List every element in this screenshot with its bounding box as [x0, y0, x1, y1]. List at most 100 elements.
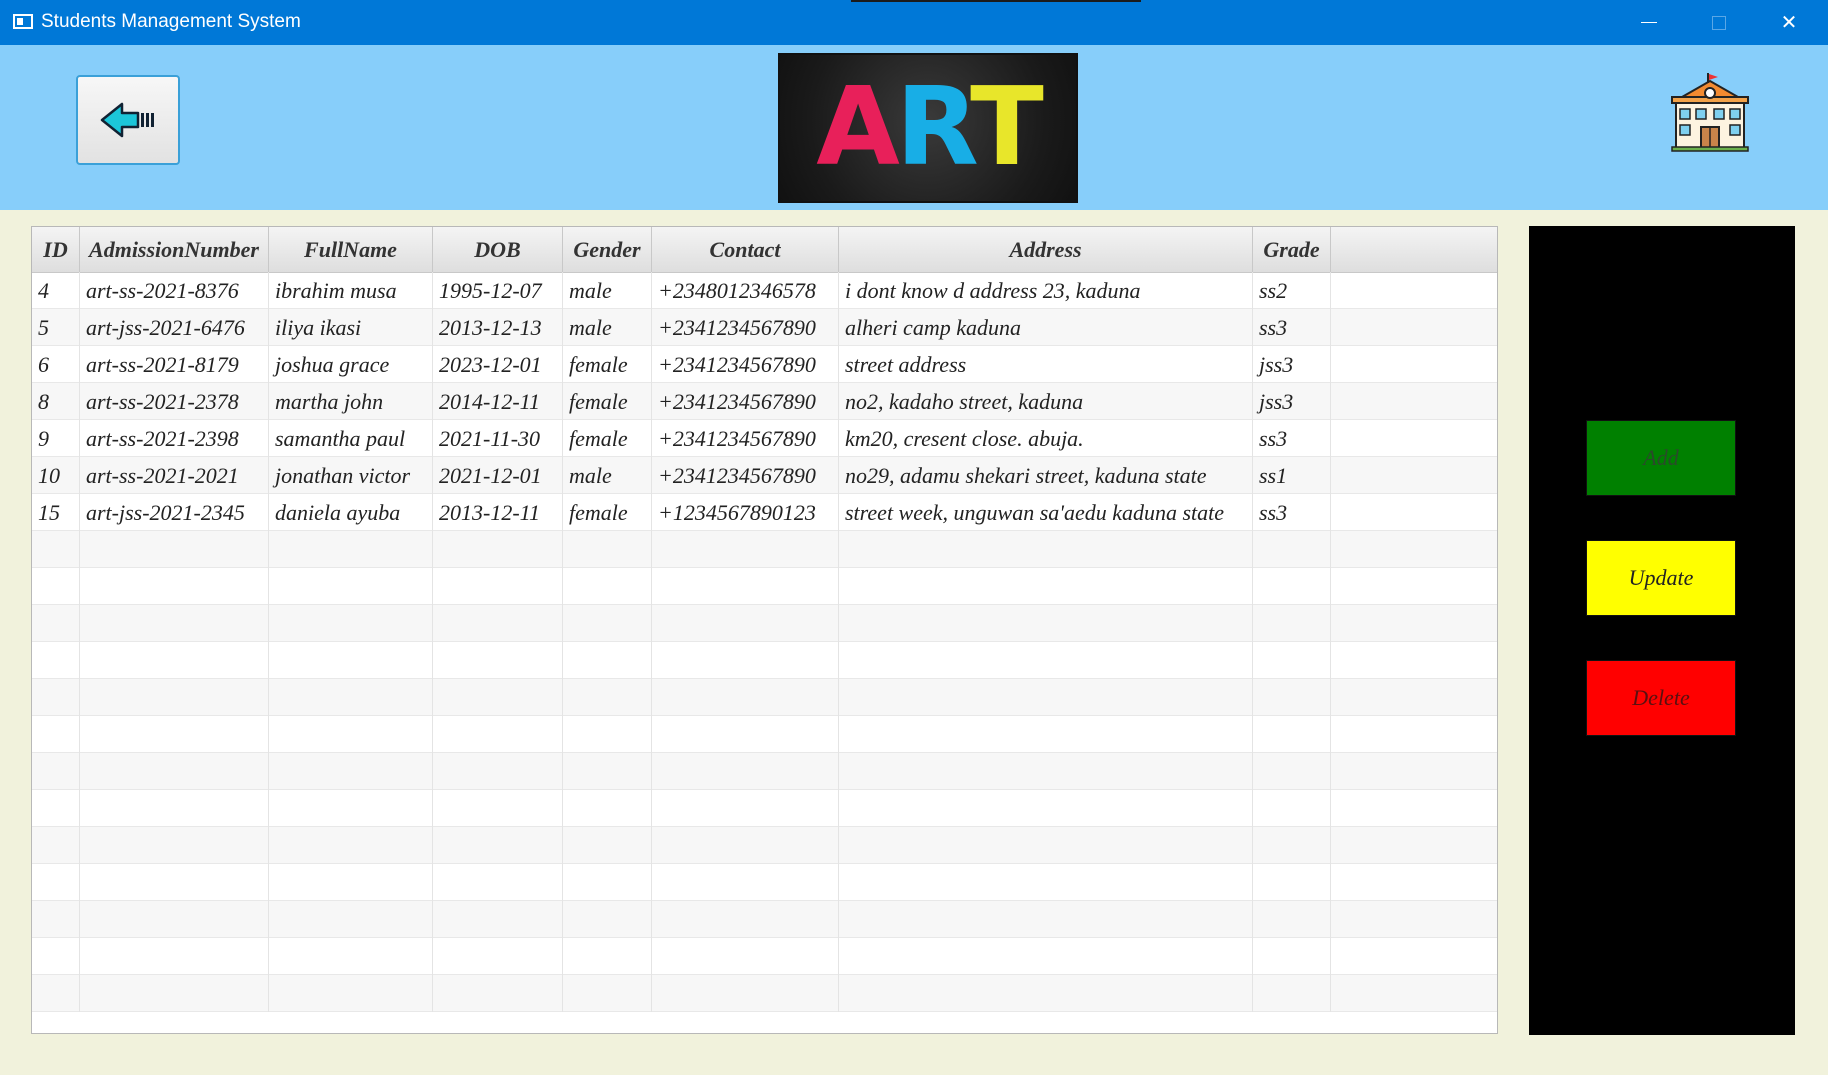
- cell-id: [32, 716, 80, 753]
- cell-gender: [563, 864, 652, 901]
- cell-filler: [1331, 938, 1497, 975]
- cell-filler: [1331, 346, 1497, 383]
- cell-grade: ss3: [1253, 309, 1331, 346]
- cell-admission-number: [80, 864, 269, 901]
- column-header-address[interactable]: Address: [839, 227, 1253, 272]
- cell-grade: [1253, 605, 1331, 642]
- cell-contact: [652, 901, 839, 938]
- cell-filler: [1331, 716, 1497, 753]
- column-header-grade[interactable]: Grade: [1253, 227, 1331, 272]
- cell-contact: +1234567890123: [652, 494, 839, 531]
- cell-address: [839, 531, 1253, 568]
- cell-contact: [652, 605, 839, 642]
- cell-address: [839, 642, 1253, 679]
- cell-grade: [1253, 790, 1331, 827]
- cell-filler: [1331, 679, 1497, 716]
- column-header-contact[interactable]: Contact: [652, 227, 839, 272]
- students-table[interactable]: ID AdmissionNumber FullName DOB Gender C…: [31, 226, 1498, 1034]
- cell-id: 8: [32, 383, 80, 420]
- cell-address: street address: [839, 346, 1253, 383]
- cell-filler: [1331, 864, 1497, 901]
- column-header-gender[interactable]: Gender: [563, 227, 652, 272]
- cell-filler: [1331, 790, 1497, 827]
- minimize-button[interactable]: [1614, 0, 1684, 45]
- table-body: 4 art-ss-2021-8376 ibrahim musa 1995-12-07 m…: [32, 272, 1497, 1012]
- cell-contact: [652, 642, 839, 679]
- cell-admission-number: art-jss-2021-6476: [80, 309, 269, 346]
- cell-contact: +2341234567890: [652, 420, 839, 457]
- cell-admission-number: [80, 938, 269, 975]
- table-row[interactable]: 15 art-jss-2021-2345 daniela ayuba 2013-12-…: [32, 494, 1497, 531]
- cell-full-name: [269, 642, 433, 679]
- cell-grade: [1253, 716, 1331, 753]
- cell-admission-number: art-ss-2021-2398: [80, 420, 269, 457]
- cell-gender: [563, 605, 652, 642]
- cell-full-name: [269, 568, 433, 605]
- column-header-dob[interactable]: DOB: [433, 227, 563, 272]
- update-button[interactable]: Update: [1586, 540, 1736, 616]
- cell-gender: male: [563, 272, 652, 309]
- cell-full-name: [269, 864, 433, 901]
- empty-table-row: [32, 716, 1497, 753]
- cell-filler: [1331, 827, 1497, 864]
- cell-address: [839, 864, 1253, 901]
- empty-table-row: [32, 938, 1497, 975]
- cell-filler: [1331, 901, 1497, 938]
- empty-table-row: [32, 605, 1497, 642]
- column-header-admission-number[interactable]: AdmissionNumber: [80, 227, 269, 272]
- back-button[interactable]: [76, 75, 180, 165]
- table-row[interactable]: 4 art-ss-2021-8376 ibrahim musa 1995-12-07 m…: [32, 272, 1497, 309]
- cell-admission-number: [80, 716, 269, 753]
- cell-gender: [563, 901, 652, 938]
- cell-filler: [1331, 975, 1497, 1012]
- cell-filler: [1331, 568, 1497, 605]
- cell-contact: +2341234567890: [652, 457, 839, 494]
- table-row[interactable]: 8 art-ss-2021-2378 martha john 2014-12-11 fe…: [32, 383, 1497, 420]
- cell-admission-number: [80, 790, 269, 827]
- maximize-button[interactable]: [1684, 0, 1754, 45]
- cell-admission-number: art-ss-2021-8179: [80, 346, 269, 383]
- cell-dob: [433, 753, 563, 790]
- delete-button[interactable]: Delete: [1586, 660, 1736, 736]
- cell-filler: [1331, 309, 1497, 346]
- window-title: Students Management System: [41, 11, 301, 32]
- title-bar: Students Management System ✕: [0, 0, 1828, 45]
- table-row[interactable]: 5 art-jss-2021-6476 iliya ikasi 2013-12-13 m…: [32, 309, 1497, 346]
- cell-grade: [1253, 568, 1331, 605]
- table-row[interactable]: 9 art-ss-2021-2398 samantha paul 2021-11-30…: [32, 420, 1497, 457]
- action-panel: Add Update Delete: [1529, 226, 1795, 1035]
- cell-id: [32, 531, 80, 568]
- cell-address: street week, unguwan sa'aedu kaduna stat…: [839, 494, 1253, 531]
- cell-filler: [1331, 383, 1497, 420]
- cell-full-name: joshua grace: [269, 346, 433, 383]
- cell-id: 10: [32, 457, 80, 494]
- cell-id: [32, 679, 80, 716]
- close-button[interactable]: ✕: [1754, 0, 1824, 45]
- add-button[interactable]: Add: [1586, 420, 1736, 496]
- cell-full-name: ibrahim musa: [269, 272, 433, 309]
- cell-grade: [1253, 938, 1331, 975]
- cell-id: [32, 864, 80, 901]
- cell-address: [839, 716, 1253, 753]
- cell-address: [839, 605, 1253, 642]
- cell-admission-number: [80, 827, 269, 864]
- column-header-full-name[interactable]: FullName: [269, 227, 433, 272]
- cell-admission-number: [80, 679, 269, 716]
- cell-filler: [1331, 457, 1497, 494]
- cell-dob: 2013-12-11: [433, 494, 563, 531]
- cell-contact: [652, 679, 839, 716]
- table-row[interactable]: 6 art-ss-2021-8179 joshua grace 2023-12-01 f…: [32, 346, 1497, 383]
- cell-address: [839, 679, 1253, 716]
- empty-table-row: [32, 790, 1497, 827]
- cell-admission-number: [80, 568, 269, 605]
- app-window-icon: [13, 14, 33, 29]
- cell-admission-number: [80, 605, 269, 642]
- minimize-icon: [1641, 22, 1657, 23]
- table-row[interactable]: 10 art-ss-2021-2021 jonathan victor 2021-12…: [32, 457, 1497, 494]
- cell-id: [32, 901, 80, 938]
- cell-contact: [652, 790, 839, 827]
- cell-full-name: [269, 975, 433, 1012]
- cell-grade: jss3: [1253, 346, 1331, 383]
- cell-gender: [563, 753, 652, 790]
- column-header-id[interactable]: ID: [32, 227, 80, 272]
